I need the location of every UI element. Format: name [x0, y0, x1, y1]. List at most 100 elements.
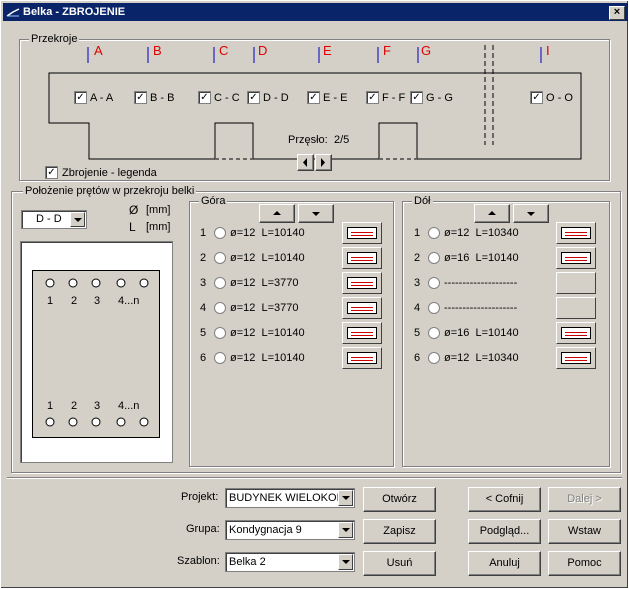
section-c-checkbox[interactable]: ✓	[198, 91, 211, 104]
separator	[7, 477, 622, 479]
span-next-button[interactable]	[315, 154, 332, 171]
row-radio[interactable]	[214, 227, 226, 239]
section-e-checkbox[interactable]: ✓	[307, 91, 320, 104]
bar-shape-icon	[347, 227, 377, 239]
gora-down-button[interactable]	[298, 204, 334, 223]
projekt-select[interactable]: BUDYNEK WIELOKOND	[225, 488, 355, 508]
row-radio[interactable]	[428, 302, 440, 314]
row-number: 6	[200, 352, 207, 364]
section-b-label: B - B	[150, 92, 175, 104]
bar-shape-icon	[347, 327, 377, 339]
cancel-button[interactable]: Anuluj	[468, 551, 541, 576]
section-letter-b: B	[153, 43, 162, 58]
row-text: --------------------	[444, 277, 518, 289]
dialog-window: Belka - ZBROJENIE × Przekroje A B C D E …	[0, 0, 629, 589]
bar-shape-button[interactable]	[556, 297, 596, 319]
len-symbol: L	[129, 220, 136, 234]
help-button[interactable]: Pomoc	[548, 551, 621, 576]
section-letter-c: C	[219, 43, 229, 58]
section-e-label: E - E	[323, 92, 348, 104]
close-button[interactable]: ×	[609, 6, 625, 20]
bar-shape-button[interactable]	[342, 347, 382, 369]
bar-shape-icon	[561, 252, 591, 264]
bottom-bar-num-3: 3	[94, 400, 101, 412]
row-radio[interactable]	[428, 227, 440, 239]
arrow-down-icon	[527, 211, 535, 216]
bar-shape-button[interactable]	[342, 222, 382, 244]
delete-button[interactable]: Usuń	[363, 551, 436, 576]
bar-shape-button[interactable]	[556, 222, 596, 244]
chevron-down-icon	[342, 528, 350, 532]
row-radio[interactable]	[428, 277, 440, 289]
next-button[interactable]: Dalej >	[548, 487, 621, 512]
top-bar-num-2: 2	[71, 295, 78, 307]
bottom-bar-num-2: 2	[71, 400, 78, 412]
szablon-value: Belka 2	[229, 556, 266, 568]
szablon-select-arrow[interactable]	[338, 554, 353, 570]
row-text: ø=12 L=3770	[230, 277, 299, 289]
row-radio[interactable]	[214, 252, 226, 264]
section-letter-a: A	[94, 43, 103, 58]
legend-checkbox[interactable]: ✓	[45, 166, 58, 179]
grupa-value: Kondygnacja 9	[229, 524, 302, 536]
diam-unit: [mm]	[146, 204, 171, 216]
row-number: 3	[200, 277, 207, 289]
row-radio[interactable]	[214, 302, 226, 314]
row-text: ø=12 L=10140	[230, 352, 305, 364]
szablon-select[interactable]: Belka 2	[225, 552, 355, 572]
section-b-checkbox[interactable]: ✓	[134, 91, 147, 104]
insert-button[interactable]: Wstaw	[548, 519, 621, 544]
bar-shape-button[interactable]	[556, 322, 596, 344]
section-a-checkbox[interactable]: ✓	[74, 91, 87, 104]
section-f-checkbox[interactable]: ✓	[366, 91, 379, 104]
row-number: 4	[200, 302, 207, 314]
gora-up-button[interactable]	[259, 204, 295, 223]
back-button[interactable]: < Cofnij	[468, 487, 541, 512]
top-bar-num-4: 4...n	[118, 295, 140, 307]
bar-shape-button[interactable]	[556, 247, 596, 269]
row-radio[interactable]	[214, 277, 226, 289]
open-button[interactable]: Otwórz	[363, 487, 436, 512]
top-bars	[45, 278, 149, 288]
bar-shape-button[interactable]	[342, 297, 382, 319]
row-radio[interactable]	[214, 352, 226, 364]
row-text: --------------------	[444, 302, 518, 314]
bottom-bar-num-1: 1	[47, 400, 54, 412]
projekt-select-arrow[interactable]	[338, 490, 353, 506]
bar-shape-button[interactable]	[342, 247, 382, 269]
section-o-checkbox[interactable]: ✓	[530, 91, 543, 104]
span-prev-button[interactable]	[297, 154, 314, 171]
save-button[interactable]: Zapisz	[363, 519, 436, 544]
bottom-bar-num-4: 4...n	[118, 400, 140, 412]
projekt-value: BUDYNEK WIELOKOND	[229, 492, 353, 504]
row-radio[interactable]	[428, 327, 440, 339]
section-d-checkbox[interactable]: ✓	[247, 91, 260, 104]
span-value: 2/5	[334, 134, 350, 146]
dol-up-button[interactable]	[474, 204, 510, 223]
bar-shape-button[interactable]	[556, 272, 596, 294]
section-select[interactable]: D - D	[21, 210, 87, 229]
section-a-label: A - A	[90, 92, 114, 104]
bar-shape-button[interactable]	[556, 347, 596, 369]
span-label: Przęsło:	[288, 134, 328, 146]
row-radio[interactable]	[428, 352, 440, 364]
bottom-bars	[45, 417, 149, 427]
section-letter-f: F	[383, 43, 391, 58]
bar-shape-button[interactable]	[342, 272, 382, 294]
row-radio[interactable]	[214, 327, 226, 339]
arrow-down-icon	[312, 211, 320, 216]
grupa-select[interactable]: Kondygnacja 9	[225, 520, 355, 540]
row-number: 3	[414, 277, 421, 289]
section-select-arrow[interactable]	[70, 212, 85, 227]
bar-shape-button[interactable]	[342, 322, 382, 344]
row-number: 4	[414, 302, 421, 314]
diam-symbol: Ø	[129, 203, 139, 217]
section-g-checkbox[interactable]: ✓	[410, 91, 423, 104]
grupa-select-arrow[interactable]	[338, 522, 353, 538]
preview-button[interactable]: Podgląd...	[468, 519, 541, 544]
section-f-label: F - F	[382, 92, 406, 104]
section-letter-d: D	[258, 43, 268, 58]
row-radio[interactable]	[428, 252, 440, 264]
dol-down-button[interactable]	[513, 204, 549, 223]
projekt-label: Projekt:	[181, 491, 219, 503]
